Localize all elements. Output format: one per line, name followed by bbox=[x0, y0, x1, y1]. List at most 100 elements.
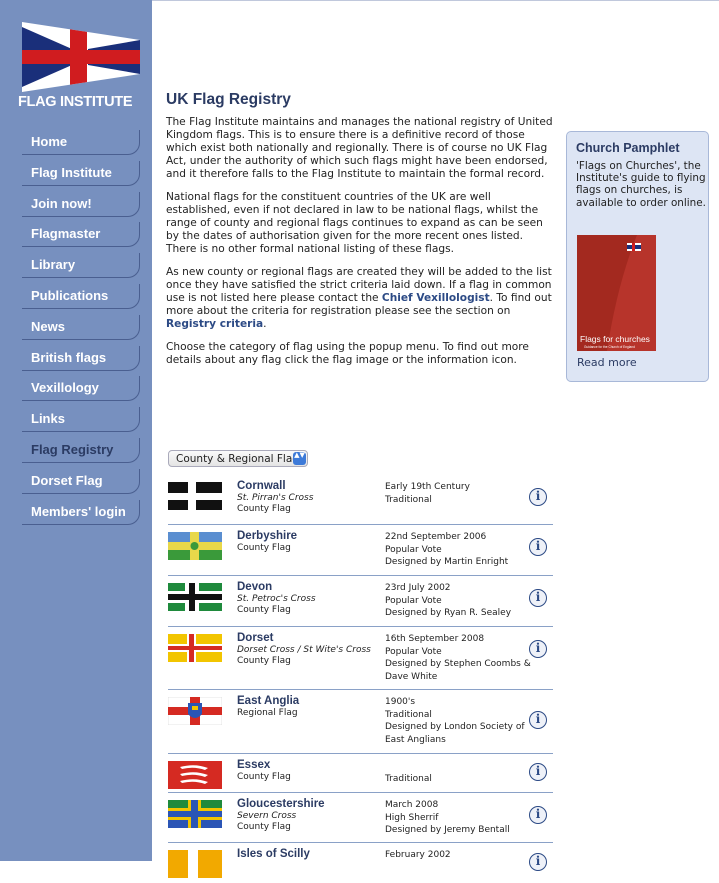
flag-detail: High Sherrif bbox=[385, 812, 439, 823]
nav-label: Home bbox=[31, 134, 68, 149]
flag-detail: Dave White bbox=[385, 671, 438, 682]
nav-british-flags[interactable]: British flags bbox=[22, 345, 140, 371]
flag-alt-name: Severn Cross bbox=[237, 811, 297, 821]
national-flags-paragraph: National flags for the constituent count… bbox=[166, 191, 543, 255]
info-icon[interactable]: i bbox=[529, 763, 547, 781]
flag-name[interactable]: Cornwall bbox=[237, 480, 382, 493]
flag-detail: Designed by Stephen Coombs & bbox=[385, 659, 531, 669]
instructions-paragraph: Choose the category of flag using the po… bbox=[166, 341, 529, 366]
info-icon[interactable]: i bbox=[529, 853, 547, 871]
info-icon[interactable]: i bbox=[529, 538, 547, 556]
pamphlet-title: Church Pamphlet bbox=[576, 141, 680, 155]
flag-alt-name: St. Petroc's Cross bbox=[237, 594, 316, 604]
category-select-value: County & Regional Flags bbox=[176, 453, 305, 465]
nav-label: Flagmaster bbox=[31, 226, 101, 242]
category-select[interactable]: County & Regional Flags ▲▼ bbox=[168, 450, 308, 467]
flag-detail: Designed by Jeremy Bentall bbox=[385, 825, 510, 835]
nav-home[interactable]: Home bbox=[22, 130, 140, 155]
select-arrows-icon: ▲▼ bbox=[293, 452, 306, 465]
chief-vexillologist-link[interactable]: Chief Vexillologist bbox=[382, 292, 490, 304]
info-icon[interactable]: i bbox=[529, 640, 547, 658]
flag-detail: ​ bbox=[385, 760, 535, 773]
flag-type: Regional Flag bbox=[237, 708, 298, 718]
flag-name[interactable]: Dorset bbox=[237, 632, 382, 645]
info-icon[interactable]: i bbox=[529, 806, 547, 824]
intro-paragraph: The Flag Institute maintains and manages… bbox=[166, 116, 553, 180]
registry-criteria-link[interactable]: Registry criteria bbox=[166, 318, 263, 330]
flag-row-essex: EssexCounty Flag ​Traditional i bbox=[168, 754, 553, 793]
nav-join-now[interactable]: Join now! bbox=[22, 191, 140, 217]
flag-detail: Designed by Ryan R. Sealey bbox=[385, 608, 512, 618]
flag-row-cornwall: Cornwall St. Pirran's Cross County Flag Ea… bbox=[168, 475, 553, 525]
info-icon[interactable]: i bbox=[529, 488, 547, 506]
flag-type: County Flag bbox=[237, 543, 291, 553]
flag-detail: Early 19th Century bbox=[385, 482, 470, 492]
cornwall-flag[interactable] bbox=[168, 482, 222, 510]
flag-detail: Popular Vote bbox=[385, 595, 442, 606]
devon-flag[interactable] bbox=[168, 583, 222, 611]
flag-type: County Flag bbox=[237, 822, 291, 832]
nav-flagmaster[interactable]: Flagmaster bbox=[22, 222, 140, 248]
flag-name[interactable]: Isles of Scilly bbox=[237, 848, 382, 861]
nav-news[interactable]: News bbox=[22, 314, 140, 340]
flag-detail: East Anglians bbox=[385, 734, 446, 745]
nav-flag-institute[interactable]: Flag Institute bbox=[22, 160, 140, 186]
gloucestershire-flag[interactable] bbox=[168, 800, 222, 828]
nav-members-login[interactable]: Members' login bbox=[22, 499, 140, 525]
nav-label: News bbox=[31, 318, 65, 334]
flag-list: Cornwall St. Pirran's Cross County Flag Ea… bbox=[168, 475, 553, 883]
page-title: UK Flag Registry bbox=[166, 91, 291, 108]
main-content: UK Flag Registry The Flag Institute main… bbox=[166, 91, 554, 377]
flag-name[interactable]: East Anglia bbox=[237, 695, 382, 708]
flag-name[interactable]: Gloucestershire bbox=[237, 798, 382, 811]
flag-detail: February 2002 bbox=[385, 850, 451, 860]
nav-vexillology[interactable]: Vexillology bbox=[22, 376, 140, 402]
nav-links[interactable]: Links bbox=[22, 407, 140, 433]
read-more-link[interactable]: Read more bbox=[577, 356, 637, 369]
isles-of-scilly-flag[interactable] bbox=[168, 850, 222, 878]
pamphlet-cover-image[interactable]: Flags for churches Guidance for the Chur… bbox=[577, 235, 656, 351]
church-pamphlet-box: Church Pamphlet 'Flags on Churches', the… bbox=[566, 131, 709, 382]
essex-flag[interactable] bbox=[168, 761, 222, 789]
flag-alt-name: St. Pirran's Cross bbox=[237, 493, 314, 503]
info-icon[interactable]: i bbox=[529, 711, 547, 729]
flag-detail: Designed by London Society of bbox=[385, 722, 525, 732]
flag-row-east-anglia: East Anglia Regional Flag 1900's Tradition… bbox=[168, 690, 553, 754]
nav-dorset-flag[interactable]: Dorset Flag bbox=[22, 468, 140, 494]
flag-detail: 23rd July 2002 bbox=[385, 583, 451, 593]
nav-flag-registry[interactable]: Flag Registry bbox=[22, 437, 140, 463]
flag-row-isles-of-scilly: Isles of Scilly February 2002 i bbox=[168, 843, 553, 883]
pamphlet-cover-title: Flags for churches bbox=[580, 334, 650, 344]
nav-label: Join now! bbox=[31, 195, 92, 211]
flag-detail: Traditional bbox=[385, 494, 432, 505]
info-icon[interactable]: i bbox=[529, 589, 547, 607]
nav-publications[interactable]: Publications bbox=[22, 283, 140, 309]
flag-institute-logo[interactable] bbox=[22, 22, 140, 92]
flag-name[interactable]: Devon bbox=[237, 581, 382, 594]
flag-type: County Flag bbox=[237, 504, 291, 514]
flag-name[interactable]: Essex bbox=[237, 759, 382, 772]
nav-label: Library bbox=[31, 257, 76, 273]
east-anglia-flag[interactable] bbox=[168, 697, 222, 725]
dorset-flag[interactable] bbox=[168, 634, 222, 662]
criteria-text-c: . bbox=[263, 318, 267, 330]
nav-label: Links bbox=[31, 411, 65, 427]
pamphlet-description: 'Flags on Churches', the Institute's gui… bbox=[576, 160, 706, 209]
main-nav: Home Flag Institute Join now! Flagmaster… bbox=[22, 130, 140, 530]
top-divider bbox=[152, 0, 719, 1]
flag-detail: 22nd September 2006 bbox=[385, 532, 487, 542]
nav-label: Publications bbox=[31, 287, 109, 303]
flag-detail: 1900's bbox=[385, 697, 416, 707]
nav-library[interactable]: Library bbox=[22, 253, 140, 279]
flag-type: County Flag bbox=[237, 772, 291, 782]
derbyshire-flag[interactable] bbox=[168, 532, 222, 560]
nav-label: Flag Institute bbox=[31, 164, 112, 180]
flag-name[interactable]: Derbyshire bbox=[237, 530, 382, 543]
flag-row-devon: Devon St. Petroc's Cross County Flag 23rd … bbox=[168, 576, 553, 627]
criteria-paragraph: As new county or regional flags are crea… bbox=[166, 266, 554, 331]
flag-row-derbyshire: Derbyshire County Flag 22nd September 200… bbox=[168, 525, 553, 576]
nav-label: Members' login bbox=[31, 503, 126, 519]
nav-label: British flags bbox=[31, 349, 107, 365]
flag-detail: Popular Vote bbox=[385, 646, 442, 657]
flag-alt-name: Dorset Cross / St Wite's Cross bbox=[237, 645, 371, 655]
